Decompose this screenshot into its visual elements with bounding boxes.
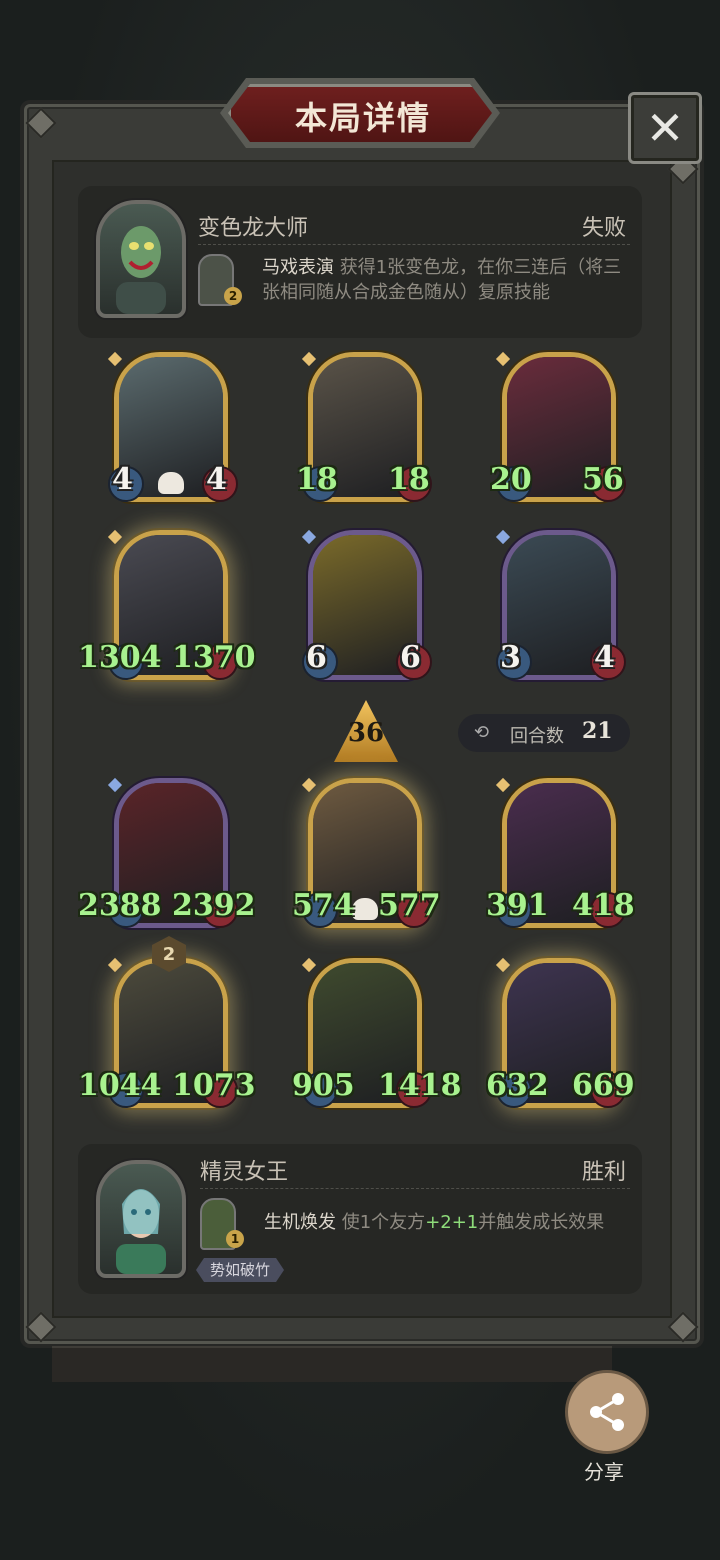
opponent-unit-health: 1370: [172, 640, 256, 675]
opponent-unit-health: 4: [594, 640, 615, 675]
share-label: 分享: [584, 1460, 624, 1484]
player-unit-health: 577: [378, 888, 441, 923]
close-icon: ✕: [645, 101, 685, 155]
opponent-unit-attack: 18: [296, 462, 338, 497]
player-result: 胜利: [582, 1160, 627, 1185]
player-skill-desc-highlight: +2+1: [425, 1212, 479, 1233]
round-label: 回合数: [510, 726, 564, 747]
player-unit-attack: 574: [292, 888, 355, 923]
opponent-unit-attack: 1304: [78, 640, 162, 675]
damage-value: 36: [347, 718, 385, 748]
player-skill-level-badge: 1: [226, 1230, 244, 1248]
round-value: 21: [582, 718, 613, 744]
player-avatar: [96, 1160, 186, 1278]
divider: [200, 1188, 630, 1189]
opponent-unit-attack: 20: [490, 462, 532, 497]
player-skill-description: 生机焕发 使1个友方+2+1并触发成长效果: [264, 1210, 634, 1235]
player-skill-desc-1: 使1个友方: [341, 1212, 426, 1233]
share-button[interactable]: [565, 1370, 649, 1454]
player-unit-health: 418: [572, 888, 635, 923]
opponent-skill-level-badge: 2: [224, 287, 242, 305]
opponent-unit-health: 4: [206, 462, 227, 497]
background-board-strip: [52, 1346, 612, 1382]
player-unit-attack: 391: [486, 888, 549, 923]
opponent-avatar: [96, 200, 186, 318]
player-unit-attack: 632: [486, 1068, 549, 1103]
skull-icon: [158, 472, 184, 494]
opponent-skill-name: 马戏表演: [262, 257, 334, 278]
divider: [198, 244, 630, 245]
player-name: 精灵女王: [200, 1160, 289, 1185]
opponent-name: 变色龙大师: [198, 216, 309, 241]
opponent-result: 失败: [582, 216, 627, 241]
opponent-unit-health: 18: [388, 462, 430, 497]
player-skill-desc-2: 并触发成长效果: [478, 1212, 605, 1233]
player-unit-attack: 905: [292, 1068, 355, 1103]
opponent-unit-health: 6: [400, 640, 421, 675]
player-unit-attack: 1044: [78, 1068, 162, 1103]
opponent-unit-attack: 4: [112, 462, 133, 497]
player-unit-attack: 2388: [78, 888, 162, 923]
close-button[interactable]: ✕: [628, 92, 702, 164]
opponent-unit-attack: 6: [306, 640, 327, 675]
refresh-icon: ⟲: [474, 722, 490, 743]
skull-icon: [352, 898, 378, 920]
title-plate: 本局详情: [228, 84, 492, 142]
player-unit-health: 2392: [172, 888, 256, 923]
opponent-unit-attack: 3: [500, 640, 521, 675]
player-skill-name: 生机焕发: [264, 1212, 336, 1233]
player-unit-health: 1073: [172, 1068, 256, 1103]
player-unit-health: 1418: [378, 1068, 462, 1103]
opponent-skill-description: 马戏表演 获得1张变色龙，在你三连后（将三张相同随从合成金色随从）复原技能: [262, 255, 634, 305]
share-icon: [590, 1393, 624, 1431]
dialog-title: 本局详情: [294, 99, 431, 137]
opponent-unit-health: 56: [582, 462, 624, 497]
player-tag: 势如破竹: [196, 1258, 284, 1282]
player-unit-health: 669: [572, 1068, 635, 1103]
